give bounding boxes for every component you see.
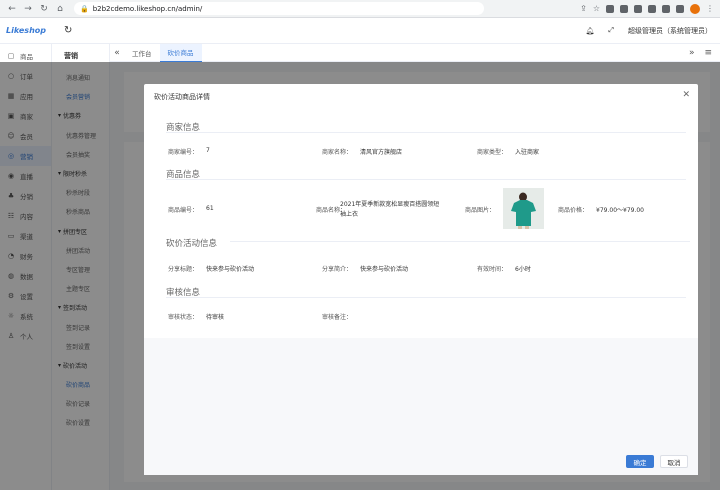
star-icon[interactable]: ☆ xyxy=(593,4,600,13)
bag-icon: ▢ xyxy=(7,52,15,60)
duration-label: 有效时间： xyxy=(477,266,508,273)
share-icon[interactable]: ⇪ xyxy=(580,4,587,13)
logo: Likeshop xyxy=(6,26,46,35)
puzzle-icon[interactable] xyxy=(676,4,684,13)
url-text: b2b2cdemo.likeshop.cn/admin/ xyxy=(92,4,203,13)
tab-dashboard[interactable]: 工作台 xyxy=(124,44,160,62)
extension-icon[interactable] xyxy=(634,4,642,13)
merchant-name-label: 商家名称： xyxy=(322,149,353,156)
duration-value: 6小时 xyxy=(515,266,531,273)
product-price-value: ¥79.00～¥79.00 xyxy=(596,207,645,214)
close-icon[interactable]: ✕ xyxy=(682,90,690,100)
duration: 有效时间： 6小时 xyxy=(477,264,531,273)
divider xyxy=(166,297,686,298)
forward-icon[interactable]: → xyxy=(22,3,34,15)
cancel-button[interactable]: 取消 xyxy=(660,455,688,468)
product-code: 商品编号： 61 xyxy=(168,205,214,214)
merchant-id: 商家编号： 7 xyxy=(168,147,210,156)
product-name-value: 2021年夏季新款宽松显瘦百搭圆领短袖上衣 xyxy=(340,201,440,218)
divider xyxy=(166,179,686,180)
bell-icon[interactable]: 🔔︎ xyxy=(586,27,595,35)
tshirt-photo xyxy=(503,188,544,229)
refresh-icon[interactable]: ↻ xyxy=(64,25,72,36)
reload-icon[interactable]: ↻ xyxy=(38,3,50,15)
share-desc: 分享简介： 快来参与砍价活动 xyxy=(322,264,408,273)
section-activity: 砍价活动信息 xyxy=(166,239,218,249)
merchant-type: 商家类型： 入驻商家 xyxy=(477,147,539,156)
audit-status-label: 审核状态： xyxy=(168,314,199,321)
extension-icon[interactable] xyxy=(662,4,670,13)
merchant-name-value: 清风官方旗舰店 xyxy=(360,149,403,156)
expand-right-icon[interactable]: » xyxy=(689,48,695,58)
more-icon[interactable]: ≡ xyxy=(704,48,712,58)
product-code-value: 61 xyxy=(206,205,214,212)
tab-bargain-goods[interactable]: 砍价商品 xyxy=(159,43,202,62)
tabs-bar: « 工作台 砍价商品 » ≡ xyxy=(110,43,720,62)
product-image-label: 商品图片： xyxy=(465,207,496,214)
home-icon[interactable]: ⌂ xyxy=(54,3,66,15)
audit-status: 审核状态： 待审核 xyxy=(168,312,224,321)
user-menu[interactable]: 超级管理员（系统管理员） xyxy=(628,26,712,36)
extension-icon[interactable] xyxy=(648,4,656,13)
address-bar[interactable]: 🔒 b2b2cdemo.likeshop.cn/admin/ xyxy=(74,2,484,15)
lock-icon: 🔒 xyxy=(80,4,89,13)
audit-note: 审核备注： xyxy=(322,312,360,321)
audit-status-value: 待审核 xyxy=(206,314,225,321)
menu-icon[interactable]: ⋮ xyxy=(706,4,714,13)
confirm-button[interactable]: 确定 xyxy=(626,455,654,468)
browser-toolbar: ← → ↻ ⌂ 🔒 b2b2cdemo.likeshop.cn/admin/ ⇪… xyxy=(0,0,720,18)
sidebar-item-label: 商品 xyxy=(20,53,33,61)
modal-title: 砍价活动商品详情 xyxy=(154,93,210,101)
back-icon[interactable]: ← xyxy=(6,3,18,15)
divider xyxy=(166,132,686,133)
merchant-type-value: 入驻商家 xyxy=(515,149,540,156)
product-image-label-wrap: 商品图片： xyxy=(465,205,503,214)
audit-note-label: 审核备注： xyxy=(322,314,353,321)
share-desc-label: 分享简介： xyxy=(322,266,353,273)
divider xyxy=(230,241,690,242)
merchant-type-label: 商家类型： xyxy=(477,149,508,156)
extension-icon[interactable] xyxy=(620,4,628,13)
app-header: Likeshop ↻ 🔔︎ ⤢ 超级管理员（系统管理员） xyxy=(0,18,720,44)
share-title-value: 快来参与砍价活动 xyxy=(206,266,255,273)
share-title: 分享标题： 快来参与砍价活动 xyxy=(168,264,254,273)
detail-modal: 砍价活动商品详情 ✕ 商家信息 商家编号： 7 商家名称： 清风官方旗舰店 商家… xyxy=(144,84,698,475)
modal-footer-area xyxy=(144,338,698,475)
share-desc-value: 快来参与砍价活动 xyxy=(360,266,409,273)
product-code-label: 商品编号： xyxy=(168,207,199,214)
share-title-label: 分享标题： xyxy=(168,266,199,273)
product-image[interactable] xyxy=(503,188,544,229)
merchant-name: 商家名称： 清风官方旗舰店 xyxy=(322,147,402,156)
extension-icon[interactable] xyxy=(606,4,614,13)
fullscreen-icon[interactable]: ⤢ xyxy=(608,26,614,35)
product-price-label: 商品价格： xyxy=(558,207,589,214)
merchant-id-label: 商家编号： xyxy=(168,149,199,156)
product-price: 商品价格： ¥79.00～¥79.00 xyxy=(558,205,644,214)
merchant-id-value: 7 xyxy=(206,147,210,154)
collapse-left-icon[interactable]: « xyxy=(110,48,124,58)
profile-avatar[interactable] xyxy=(690,3,700,14)
